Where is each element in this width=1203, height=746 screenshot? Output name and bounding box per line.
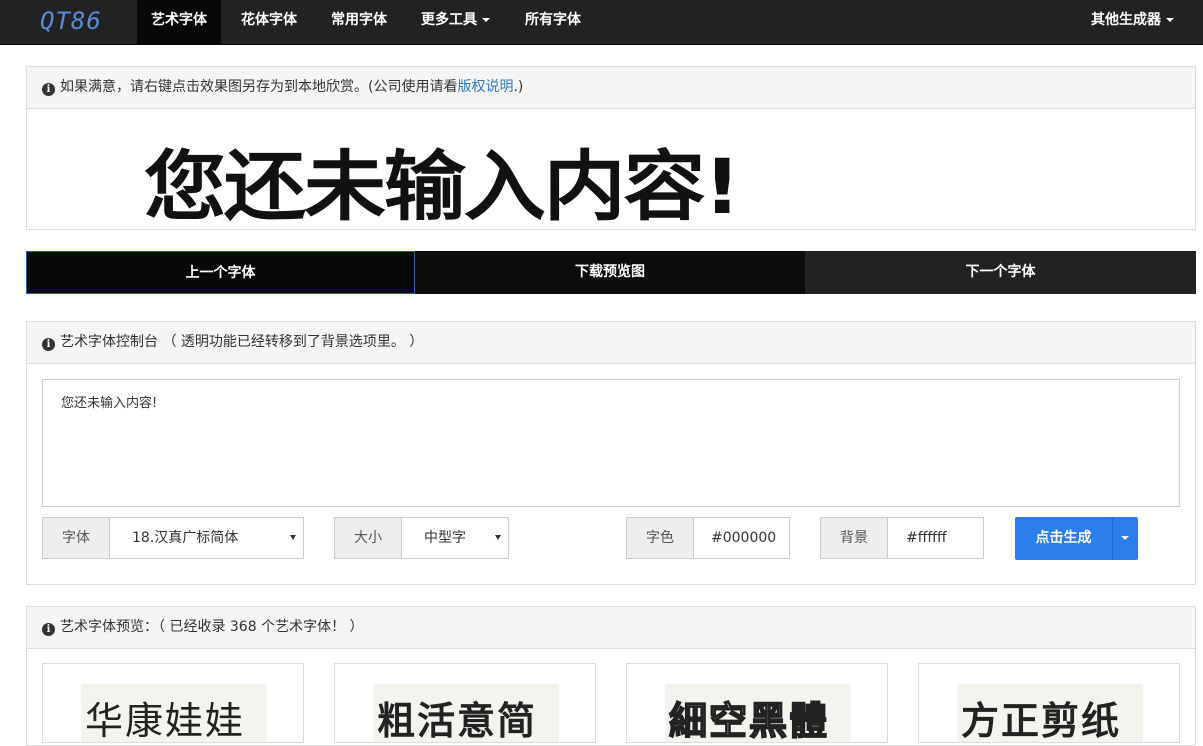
nav-item-fancy-fonts[interactable]: 花体字体 <box>227 0 311 45</box>
top-navbar: QT86 艺术字体 花体字体 常用字体 更多工具 所有字体 其他生成器 <box>0 0 1203 45</box>
nav-item-other-generators[interactable]: 其他生成器 <box>1077 0 1188 45</box>
nav-item-label: 所有字体 <box>525 12 581 28</box>
nav-item-all-fonts[interactable]: 所有字体 <box>511 0 595 45</box>
preview-image[interactable]: 您还未输入内容! <box>27 109 1195 229</box>
nav-item-label: 其他生成器 <box>1091 12 1161 28</box>
font-preview-image: 細空黑體 <box>665 684 851 743</box>
font-nav-bar: 上一个字体 下载预览图 下一个字体 <box>26 251 1196 294</box>
background-input[interactable]: #ffffff <box>906 518 982 558</box>
font-sample-text: 方正剪纸 <box>961 699 1122 743</box>
nav-item-more-tools[interactable]: 更多工具 <box>407 0 504 45</box>
font-select[interactable]: 18.汉真广标简体 <box>132 518 292 558</box>
font-preview-card[interactable]: 方正剪纸 <box>918 663 1180 743</box>
background-input-group: 背景 #ffffff <box>820 517 984 559</box>
text-input[interactable]: 您还未输入内容! <box>42 379 1180 507</box>
font-label: 字体 <box>43 518 110 558</box>
nav-item-label: 常用字体 <box>331 12 387 28</box>
info-icon: i <box>42 623 55 636</box>
font-preview-card[interactable]: 細空黑體 <box>626 663 888 743</box>
color-input[interactable]: #000000 <box>711 518 789 558</box>
nav-item-label: 艺术字体 <box>151 12 207 28</box>
copyright-link[interactable]: 版权说明 <box>457 79 513 95</box>
nav-item-common-fonts[interactable]: 常用字体 <box>317 0 401 45</box>
font-preview-card[interactable]: 华康娃娃 <box>42 663 304 743</box>
notice-heading: i 如果满意，请右键点击效果图另存为到本地欣赏。(公司使用请看版权说明.) <box>27 67 1195 109</box>
select-arrow-icon <box>495 535 501 540</box>
caret-down-icon <box>482 18 490 22</box>
size-select-group: 大小 中型字 <box>334 517 509 559</box>
font-preview-image: 华康娃娃 <box>81 684 267 743</box>
control-panel: i 艺术字体控制台 （ 透明功能已经转移到了背景选项里。 ） 您还未输入内容! 字… <box>26 321 1196 585</box>
notice-tail: .) <box>513 79 524 95</box>
font-select-group: 字体 18.汉真广标简体 <box>42 517 304 559</box>
size-label: 大小 <box>335 518 402 558</box>
preview-rendered-text: 您还未输入内容! <box>144 142 741 229</box>
brand-logo[interactable]: QT86 <box>40 7 102 35</box>
font-preview-image: 粗活意简 <box>373 684 559 743</box>
caret-down-icon <box>1121 536 1129 540</box>
font-preview-card[interactable]: 粗活意简 <box>334 663 596 743</box>
select-arrow-icon <box>290 535 296 540</box>
color-label: 字色 <box>627 518 694 558</box>
gallery-heading: i 艺术字体预览：（ 已经收录 368 个艺术字体！ ） <box>27 607 1195 649</box>
size-select[interactable]: 中型字 <box>424 518 494 558</box>
font-sample-text: 粗活意简 <box>377 699 538 743</box>
color-input-group: 字色 #000000 <box>626 517 790 559</box>
download-preview-button[interactable]: 下载预览图 <box>415 251 805 294</box>
notice-text: 如果满意，请右键点击效果图另存为到本地欣赏。(公司使用请看 <box>60 79 458 95</box>
font-sample-text: 細空黑體 <box>668 698 830 743</box>
control-heading: i 艺术字体控制台 （ 透明功能已经转移到了背景选项里。 ） <box>27 322 1195 364</box>
next-font-button[interactable]: 下一个字体 <box>805 251 1196 294</box>
font-preview-image: 方正剪纸 <box>957 684 1143 743</box>
generate-dropdown-toggle[interactable] <box>1112 517 1138 560</box>
info-icon: i <box>42 338 55 351</box>
nav-item-label: 花体字体 <box>241 12 297 28</box>
nav-item-art-fonts[interactable]: 艺术字体 <box>137 0 221 45</box>
info-icon: i <box>42 83 55 96</box>
prev-font-button[interactable]: 上一个字体 <box>26 251 415 294</box>
gallery-heading-text: 艺术字体预览：（ 已经收录 368 个艺术字体！ ） <box>60 619 364 635</box>
font-sample-text: 华康娃娃 <box>85 699 246 743</box>
control-heading-text: 艺术字体控制台 （ 透明功能已经转移到了背景选项里。 ） <box>60 334 424 350</box>
caret-down-icon <box>1166 18 1174 22</box>
preview-panel: i 如果满意，请右键点击效果图另存为到本地欣赏。(公司使用请看版权说明.) 您还未… <box>26 66 1196 230</box>
generate-button[interactable]: 点击生成 <box>1015 517 1112 560</box>
generate-button-group: 点击生成 <box>1015 517 1138 560</box>
background-label: 背景 <box>821 518 888 558</box>
nav-item-label: 更多工具 <box>421 12 477 28</box>
